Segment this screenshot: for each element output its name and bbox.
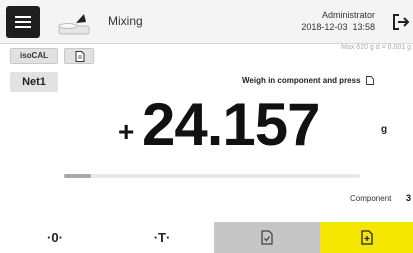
balance-scale-icon <box>58 14 90 35</box>
isocal-button[interactable]: isoCAL <box>10 48 58 64</box>
user-info: Administrator 2018-12-03 13:58 <box>301 9 375 33</box>
add-component-button[interactable] <box>320 222 413 253</box>
protocol-button[interactable] <box>214 222 320 253</box>
component-number: 3 <box>406 193 412 203</box>
tool-row: isoCAL Max 620 g d = 0.001 g <box>0 44 413 66</box>
app-title: Mixing <box>108 14 143 28</box>
component-label: Component <box>350 194 392 203</box>
document-icon <box>75 51 85 62</box>
time-text: 13:58 <box>352 22 375 32</box>
document-add-icon <box>360 230 373 245</box>
document-icon <box>365 76 374 86</box>
hamburger-icon-line <box>15 21 31 23</box>
logout-icon[interactable] <box>392 13 410 31</box>
zero-button[interactable]: ·0· <box>0 222 110 253</box>
progress-bar <box>64 174 360 178</box>
hamburger-icon-line <box>15 26 31 28</box>
instruction-label: Weigh in component and press <box>242 76 361 85</box>
weight-value: 24.157 <box>142 91 321 158</box>
document-check-icon <box>261 230 273 245</box>
hamburger-icon-line <box>15 16 31 18</box>
weight-sign: + <box>118 116 135 147</box>
bottom-action-bar: ·0· ·T· <box>0 222 413 253</box>
menu-button[interactable] <box>6 6 40 38</box>
tare-button[interactable]: ·T· <box>110 222 214 253</box>
net-mode-label: Net1 <box>10 72 58 92</box>
instruction-text: Weigh in component and press <box>242 76 374 86</box>
header-bar: Mixing Administrator 2018-12-03 13:58 <box>0 0 413 44</box>
document-button[interactable] <box>64 48 94 64</box>
weight-unit: g <box>381 124 388 135</box>
date-text: 2018-12-03 <box>301 22 348 32</box>
progress-fill <box>64 174 91 178</box>
user-name: Administrator <box>321 10 375 20</box>
date-time: 2018-12-03 13:58 <box>301 21 375 33</box>
range-info: Max 620 g d = 0.001 g <box>341 44 411 51</box>
